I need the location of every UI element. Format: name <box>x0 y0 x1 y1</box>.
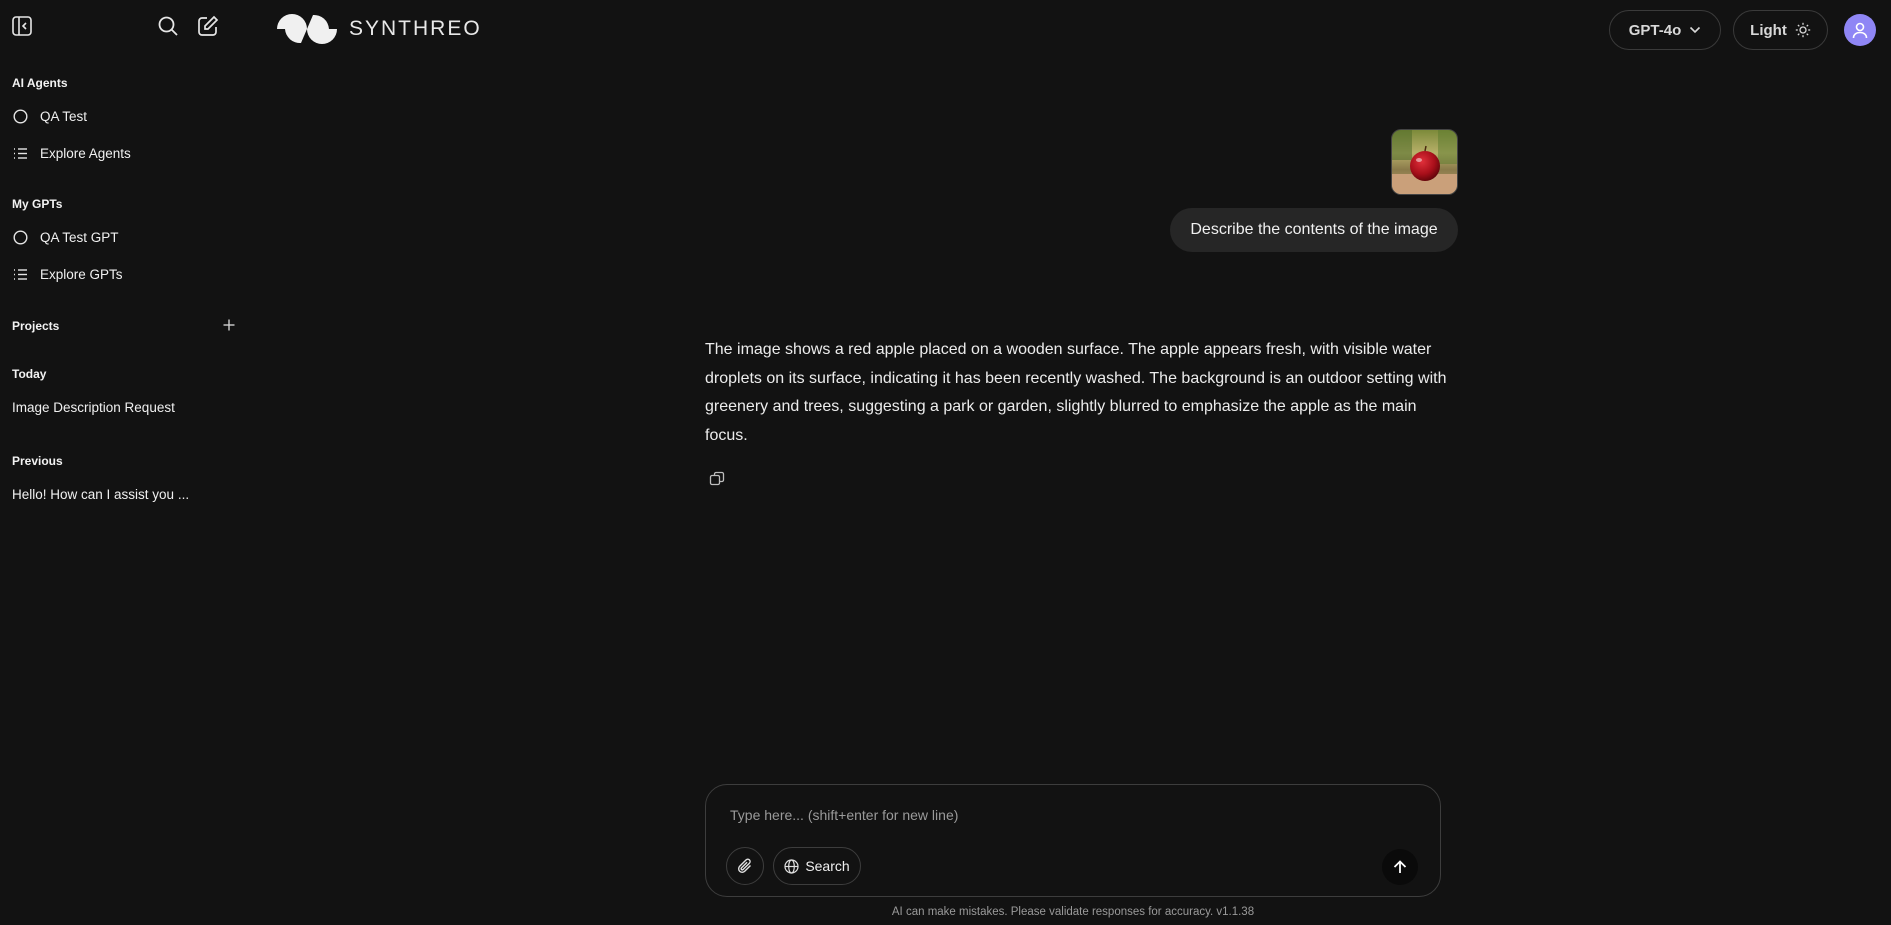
sidebar-item-label: Explore GPTs <box>40 266 123 282</box>
model-label: GPT-4o <box>1628 21 1682 39</box>
plus-icon <box>223 319 235 331</box>
sidebar-toggle-button[interactable] <box>10 14 34 38</box>
sidebar-item-label: QA Test GPT <box>40 229 119 245</box>
sidebar: AI Agents QA Test Explore Agents My GPTs… <box>0 0 250 925</box>
circle-icon <box>12 229 28 245</box>
uploaded-image-thumbnail[interactable] <box>1391 129 1458 195</box>
theme-label: Light <box>1750 21 1787 39</box>
add-project-button[interactable] <box>220 316 238 334</box>
web-search-toggle[interactable]: Search <box>773 847 861 885</box>
list-icon <box>12 145 28 161</box>
apple-photo <box>1392 130 1457 194</box>
message-input[interactable] <box>730 803 1410 827</box>
section-title-previous: Previous <box>12 454 63 468</box>
copy-button[interactable] <box>707 469 727 489</box>
attach-file-button[interactable] <box>726 847 764 885</box>
model-selector[interactable]: GPT-4o <box>1609 10 1721 50</box>
section-title-projects: Projects <box>12 319 60 333</box>
search-icon <box>158 16 178 36</box>
sidebar-item-explore-agents[interactable]: Explore Agents <box>12 140 238 166</box>
assistant-message: The image shows a red apple placed on a … <box>705 341 1447 444</box>
user-avatar[interactable] <box>1844 14 1876 46</box>
copy-icon <box>709 471 725 486</box>
send-button[interactable] <box>1382 849 1418 885</box>
arrow-up-icon <box>1393 860 1407 873</box>
section-title-my-gpts: My GPTs <box>12 197 63 211</box>
search-label: Search <box>805 858 850 874</box>
sidebar-item-qa-test[interactable]: QA Test <box>12 103 238 129</box>
list-icon <box>12 266 28 282</box>
chevron-down-icon <box>1690 26 1701 34</box>
section-title-ai-agents: AI Agents <box>12 76 68 90</box>
sidebar-item-label: QA Test <box>40 108 88 124</box>
section-title-today: Today <box>12 367 47 381</box>
sun-icon <box>1795 22 1811 38</box>
edit-icon <box>198 15 219 36</box>
chat-history-item[interactable]: Hello! How can I assist you ... <box>12 487 189 502</box>
search-chats-button[interactable] <box>156 14 180 38</box>
theme-toggle[interactable]: Light <box>1733 10 1828 50</box>
chat-history-item[interactable]: Image Description Request <box>12 400 175 415</box>
logo-text: SYNTHREO <box>349 17 482 40</box>
sidebar-item-explore-gpts[interactable]: Explore GPTs <box>12 261 238 287</box>
logo: SYNTHREO <box>275 12 482 46</box>
user-icon <box>1852 22 1868 39</box>
circle-icon <box>12 108 28 124</box>
sidebar-item-label: Explore Agents <box>40 145 131 161</box>
paperclip-icon <box>737 858 751 874</box>
sidebar-item-qa-test-gpt[interactable]: QA Test GPT <box>12 224 238 250</box>
sidebar-toggle-icon <box>12 16 32 36</box>
disclaimer-text: AI can make mistakes. Please validate re… <box>891 906 1255 918</box>
user-message: Describe the contents of the image <box>1170 208 1458 252</box>
new-chat-button[interactable] <box>196 14 220 38</box>
synthreo-logo-mark <box>277 14 337 44</box>
globe-icon <box>784 858 799 874</box>
message-composer: Search <box>705 784 1441 897</box>
